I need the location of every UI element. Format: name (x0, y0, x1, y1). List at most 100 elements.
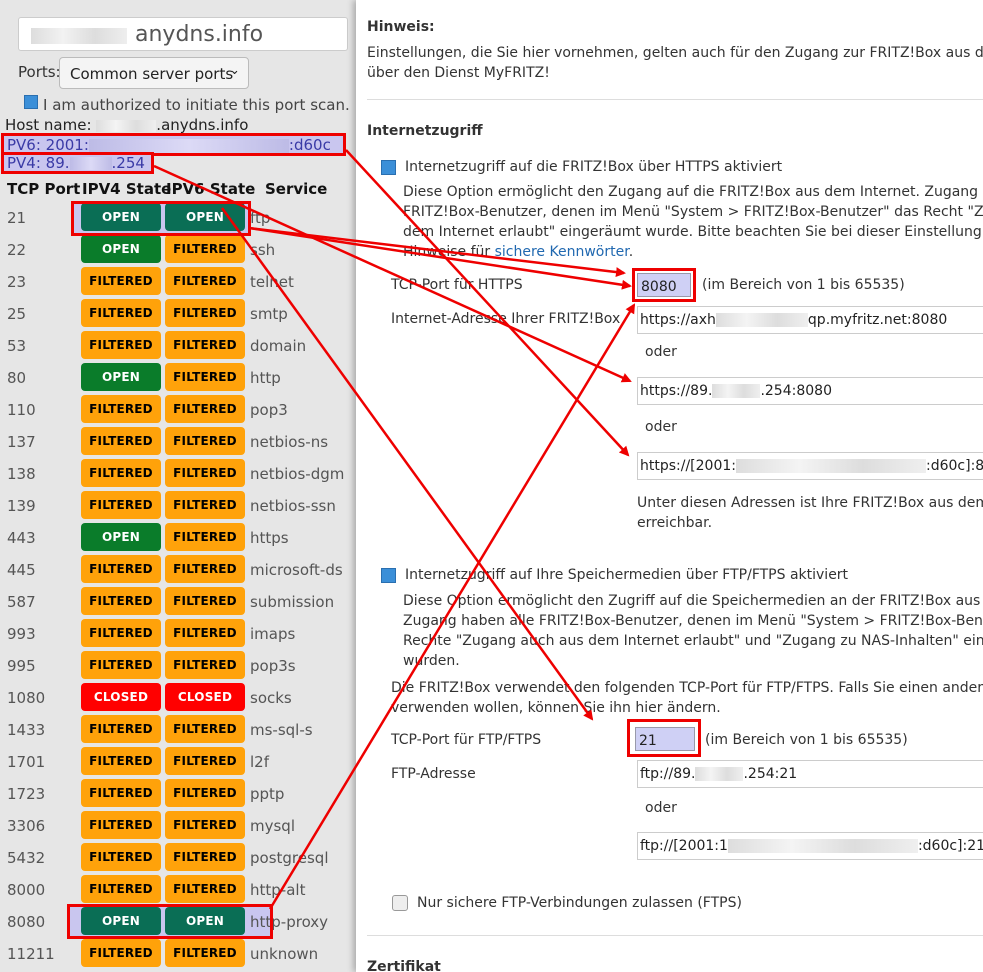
ipv4-state-badge: FILTERED (81, 267, 161, 295)
ftps-only-label: Nur sichere FTP-Verbindungen zulassen (F… (417, 895, 742, 911)
ipv4-state-badge: FILTERED (81, 747, 161, 775)
service-name: pop3s (250, 657, 296, 675)
table-row: 1433 FILTERED FILTERED ms-sql-s (0, 713, 356, 745)
port-number: 23 (7, 273, 27, 291)
table-row: 1723 FILTERED FILTERED pptp (0, 777, 356, 809)
port-number: 993 (7, 625, 36, 643)
table-row: 8000 FILTERED FILTERED http-alt (0, 873, 356, 905)
service-name: https (250, 529, 289, 547)
https-port-highlight: 8080 (632, 268, 696, 302)
service-name: ssh (250, 241, 276, 259)
ipv6-state-badge: FILTERED (165, 651, 245, 679)
ipv4-state-badge: OPEN (81, 523, 161, 551)
https-port-label: TCP-Port für HTTPS (391, 277, 523, 293)
service-name: postgresql (250, 849, 329, 867)
https-checkbox-label: Internetzugriff auf die FRITZ!Box über H… (405, 159, 783, 175)
ipv6-state-badge: CLOSED (165, 683, 245, 711)
port-number: 53 (7, 337, 27, 355)
ftp-address-ipv4-field[interactable]: ftp://89. .254:21 (637, 760, 983, 788)
ipv4-highlight: PV4: 89. .254 (1, 152, 154, 174)
internet-title: Internetzugriff (367, 123, 483, 139)
addr1-blur (715, 313, 808, 327)
table-row: 3306 FILTERED FILTERED mysql (0, 809, 356, 841)
ftp-desc-3: Rechte "Zugang auch aus dem Internet erl… (403, 633, 983, 649)
ipv4-state-badge: FILTERED (81, 779, 161, 807)
fritzbox-settings-panel: Hinweis: Einstellungen, die Sie hier vor… (356, 0, 983, 972)
ipv4-state-badge: CLOSED (81, 683, 161, 711)
host-name-blur (96, 119, 157, 132)
ipv4-state-badge: FILTERED (81, 843, 161, 871)
table-row: 995 FILTERED FILTERED pop3s (0, 649, 356, 681)
chevron-down-icon: ⌄ (229, 63, 240, 78)
row-8080-highlight (67, 904, 273, 939)
port-number: 22 (7, 241, 27, 259)
addr3-blur (736, 459, 926, 473)
hinweis-line-2: über den Dienst MyFRITZ! (367, 65, 550, 81)
service-name: mysql (250, 817, 295, 835)
service-name: smtp (250, 305, 288, 323)
ipv4-state-badge: FILTERED (81, 427, 161, 455)
ftp-port-note-1: Die FRITZ!Box verwendet den folgenden TC… (391, 680, 983, 696)
service-name: pptp (250, 785, 285, 803)
ftp-port-label: TCP-Port für FTP/FTPS (391, 732, 542, 748)
ftp-address-ipv6-field[interactable]: ftp://[2001:1:d60c]:21 (637, 832, 983, 860)
address-ipv4-field[interactable]: https://89. .254:8080 (637, 377, 983, 405)
ftp-checkbox[interactable] (381, 568, 396, 583)
ftp-port-range: (im Bereich von 1 bis 65535) (705, 732, 908, 748)
table-row: 11211 FILTERED FILTERED unknown (0, 937, 356, 969)
port-number: 445 (7, 561, 36, 579)
ipv6-state-badge: FILTERED (165, 715, 245, 743)
service-name: l2f (250, 753, 269, 771)
table-row: 587 FILTERED FILTERED submission (0, 585, 356, 617)
ipv6-state-badge: FILTERED (165, 587, 245, 615)
table-row: 22 OPEN FILTERED ssh (0, 233, 356, 265)
separator (367, 935, 983, 936)
https-port-input[interactable]: 8080 (637, 273, 691, 297)
ftp-port-input[interactable]: 21 (635, 727, 695, 751)
ipv6-state-badge: FILTERED (165, 331, 245, 359)
https-checkbox[interactable] (381, 160, 396, 175)
table-row: 138 FILTERED FILTERED netbios-dgm (0, 457, 356, 489)
ports-select[interactable]: Common server ports ⌄ (59, 57, 249, 89)
address-myfritz-field[interactable]: https://axh qp.myfritz.net:8080 (637, 306, 983, 334)
service-name: ftp (250, 209, 271, 227)
ipv4-state-badge: FILTERED (81, 459, 161, 487)
ipv4-state-badge: FILTERED (81, 299, 161, 327)
ftps-only-checkbox[interactable] (392, 895, 408, 911)
authorized-checkbox[interactable] (24, 95, 38, 109)
host-name-suffix: .anydns.info (156, 116, 249, 134)
ftp-checkbox-label: Internetzugriff auf Ihre Speichermedien … (405, 567, 849, 583)
port-number: 25 (7, 305, 27, 323)
header-port: TCP Port (7, 180, 81, 198)
ipv4-state-badge: FILTERED (81, 555, 161, 583)
ftp-port-note-2: verwenden wollen, können Sie ihn hier än… (391, 700, 721, 716)
ipv6-state-badge: FILTERED (165, 395, 245, 423)
service-name: telnet (250, 273, 294, 291)
port-number: 1723 (7, 785, 46, 803)
https-desc-3: dem Internet erlaubt" eingeräumt wurde. … (403, 224, 983, 240)
ipv4-state-badge: OPEN (81, 363, 161, 391)
port-number: 21 (7, 209, 27, 227)
separator (367, 99, 983, 100)
header-ipv4: IPV4 State (82, 180, 172, 198)
table-row: 25 FILTERED FILTERED smtp (0, 297, 356, 329)
ipv4-suffix: .254 (111, 154, 145, 172)
sichere-kennwoerter-link[interactable]: sichere Kennwörter (495, 244, 629, 260)
hinweis-title: Hinweis: (367, 19, 435, 35)
ports-label: Ports: (18, 63, 61, 81)
ipv6-state-badge: FILTERED (165, 747, 245, 775)
host-name-line: Host name: .anydns.info (5, 116, 248, 134)
table-row: 139 FILTERED FILTERED netbios-ssn (0, 489, 356, 521)
address-ipv6-field[interactable]: https://[2001::d60c]:8 (637, 452, 983, 480)
host-input-text: anydns.info (135, 22, 264, 47)
port-number: 110 (7, 401, 36, 419)
host-input[interactable]: anydns.info (18, 17, 348, 51)
host-name-label: Host name: (5, 116, 92, 134)
ftp-port-highlight: 21 (627, 719, 701, 757)
table-row: 1080 CLOSED CLOSED socks (0, 681, 356, 713)
table-row: 5432 FILTERED FILTERED postgresql (0, 841, 356, 873)
https-desc-1: Diese Option ermöglicht den Zugang auf d… (403, 184, 983, 200)
ports-select-value: Common server ports (70, 65, 234, 83)
service-name: unknown (250, 945, 319, 963)
https-port-range: (im Bereich von 1 bis 65535) (702, 277, 905, 293)
